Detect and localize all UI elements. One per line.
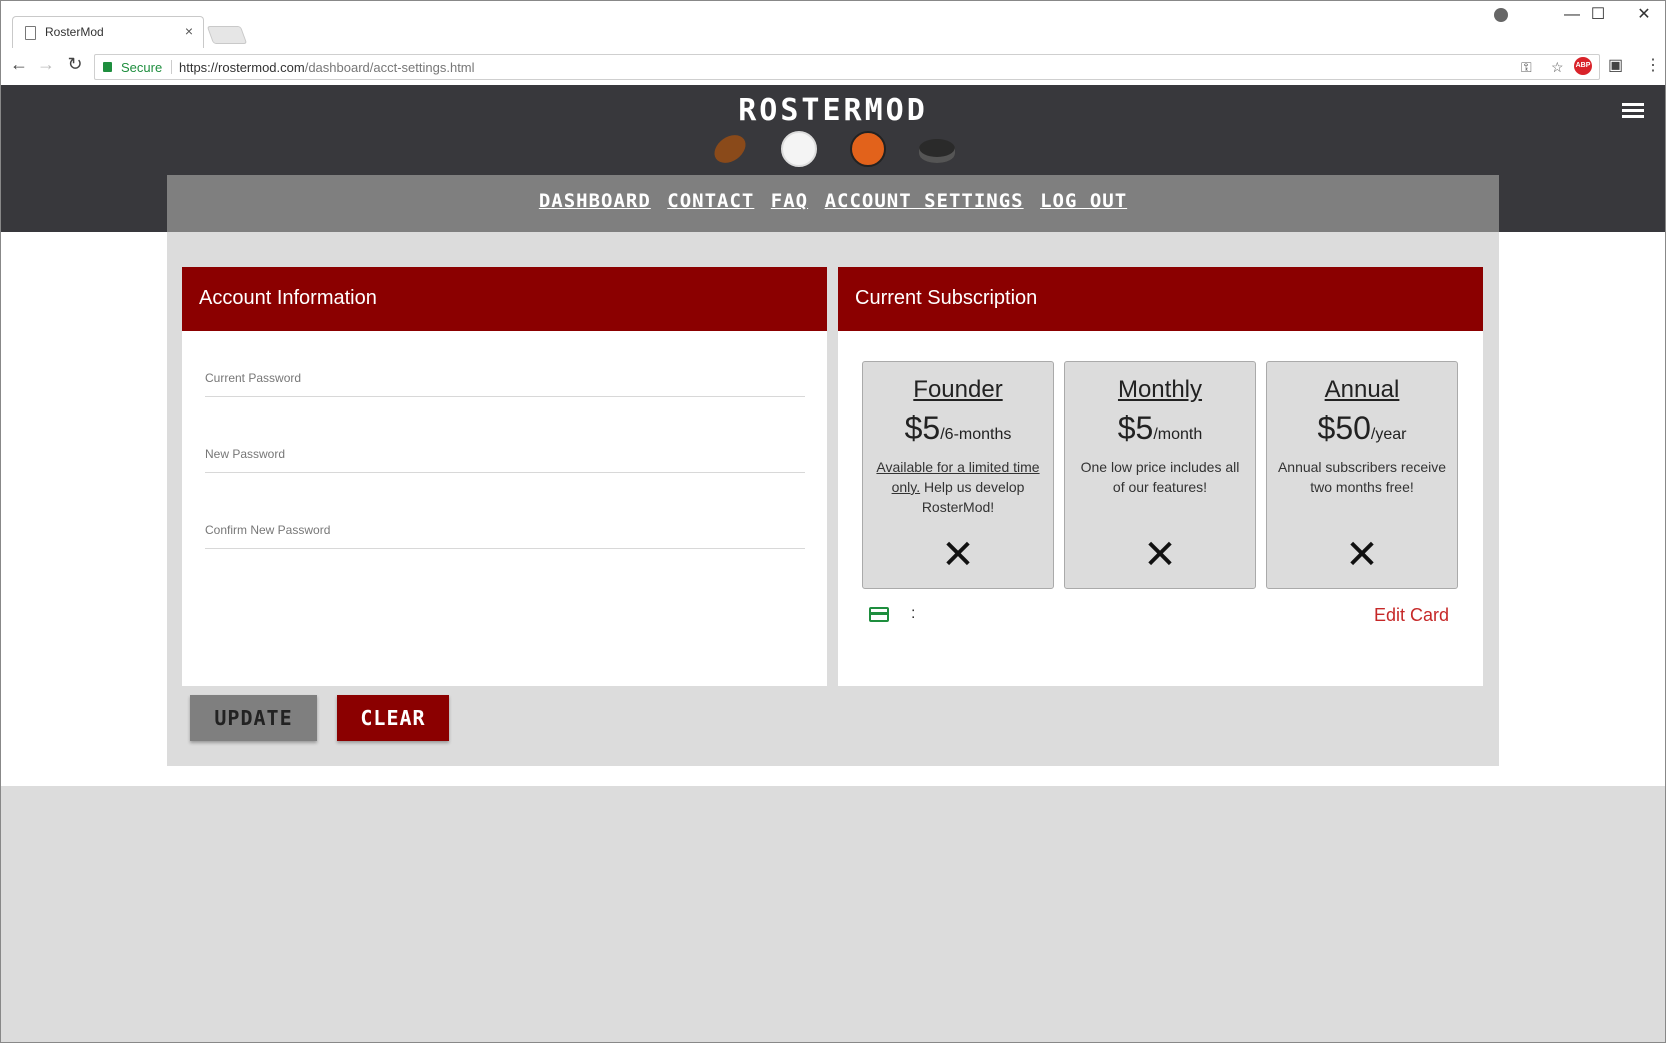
plan-price: $50/year	[1267, 410, 1457, 447]
account-information-panel: Account Information Current Password New…	[182, 267, 827, 686]
nav-faq[interactable]: FAQ	[771, 190, 808, 212]
sport-icons	[709, 129, 963, 171]
plan-price: $5/6-months	[863, 410, 1053, 447]
address-bar-row: ← → ↻ Secure https://rostermod.com/dashb…	[0, 48, 1666, 85]
close-window-icon[interactable]: ✕	[1624, 4, 1664, 26]
profile-icon[interactable]	[1494, 8, 1508, 22]
back-icon[interactable]: ←	[7, 54, 31, 75]
browser-chrome: RosterMod × — ☐ ✕ ← → ↻ Secure https://r…	[0, 0, 1666, 85]
update-button[interactable]: UPDATE	[190, 695, 317, 741]
not-subscribed-icon: ✕	[941, 533, 975, 577]
plan-name: Founder	[913, 376, 1003, 403]
credit-card-icon	[869, 607, 889, 622]
url-text[interactable]: https://rostermod.com/dashboard/acct-set…	[179, 60, 475, 75]
edit-card-link[interactable]: Edit Card	[1374, 605, 1449, 626]
nav-contact[interactable]: CONTACT	[667, 190, 754, 212]
menu-dots-icon[interactable]: ⋮	[1645, 55, 1661, 75]
current-password-label: Current Password	[205, 371, 302, 385]
plan-price-amount: $5	[904, 410, 941, 446]
tab-title: RosterMod	[45, 25, 104, 39]
subscription-panel-title: Current Subscription	[838, 267, 1483, 331]
plan-name: Annual	[1324, 376, 1400, 403]
plan-list: Founder $5/6-months Available for a limi…	[862, 361, 1459, 589]
payment-card-row: : Edit Card	[869, 605, 1449, 629]
site-logo[interactable]: ROSTERMOD	[0, 93, 1666, 128]
plan-price-amount: $5	[1117, 410, 1154, 446]
football-icon	[709, 129, 751, 169]
plan-price: $5/month	[1065, 410, 1255, 447]
not-subscribed-icon: ✕	[1143, 533, 1177, 577]
confirm-password-field[interactable]: Confirm New Password	[205, 521, 805, 549]
reload-icon[interactable]: ↻	[63, 54, 87, 75]
main-nav: DASHBOARD CONTACT FAQ ACCOUNT SETTINGS L…	[167, 175, 1499, 232]
new-tab-button[interactable]	[206, 26, 248, 44]
lock-icon	[103, 62, 112, 72]
plan-name: Monthly	[1117, 376, 1203, 403]
page-icon	[25, 26, 36, 40]
plan-card-annual[interactable]: Annual $50/year Annual subscribers recei…	[1266, 361, 1458, 589]
plan-description-text: Help us develop RosterMod!	[920, 479, 1025, 515]
browser-tab[interactable]: RosterMod ×	[12, 16, 204, 48]
clear-button[interactable]: CLEAR	[337, 695, 449, 741]
plan-price-amount: $50	[1317, 410, 1371, 446]
url-domain: https://rostermod.com	[179, 60, 305, 75]
nav-log-out[interactable]: LOG OUT	[1040, 190, 1127, 212]
cast-icon[interactable]: ▣	[1608, 55, 1623, 75]
site-header: ROSTERMOD DASHBOARD CONTACT FAQ ACCOUNT …	[0, 85, 1666, 232]
hockey-puck-icon	[919, 139, 955, 163]
close-tab-icon[interactable]: ×	[185, 23, 193, 39]
plan-description: Available for a limited time only. Help …	[871, 457, 1045, 517]
secure-label: Secure	[121, 60, 163, 75]
divider	[171, 60, 172, 74]
card-info: :	[911, 605, 916, 622]
current-subscription-panel: Current Subscription Founder $5/6-months…	[838, 267, 1483, 686]
nav-dashboard[interactable]: DASHBOARD	[539, 190, 651, 212]
plan-card-monthly[interactable]: Monthly $5/month One low price includes …	[1064, 361, 1256, 589]
plan-description: One low price includes all of our featur…	[1080, 459, 1240, 495]
not-subscribed-icon: ✕	[1345, 533, 1379, 577]
settings-container: Account Information Current Password New…	[167, 232, 1499, 766]
tab-bar: RosterMod × — ☐ ✕	[0, 0, 1666, 48]
plan-period: /month	[1153, 426, 1203, 443]
hamburger-menu-icon[interactable]	[1622, 103, 1644, 121]
star-icon[interactable]: ☆	[1551, 59, 1564, 76]
key-icon[interactable]: ⚿	[1521, 59, 1532, 76]
plan-description: Annual subscribers receive two months fr…	[1277, 459, 1447, 495]
page-footer-background	[0, 786, 1666, 1043]
plan-card-founder[interactable]: Founder $5/6-months Available for a limi…	[862, 361, 1054, 589]
address-bar[interactable]: Secure https://rostermod.com/dashboard/a…	[94, 54, 1600, 80]
plan-period: /6-months	[940, 426, 1012, 443]
new-password-label: New Password	[205, 447, 286, 461]
forward-icon[interactable]: →	[34, 54, 58, 75]
confirm-password-label: Confirm New Password	[205, 523, 331, 537]
url-path: /dashboard/acct-settings.html	[304, 60, 475, 75]
abp-icon[interactable]: ABP	[1574, 57, 1592, 75]
account-panel-title: Account Information	[182, 267, 827, 331]
baseball-icon	[781, 131, 817, 167]
current-password-field[interactable]: Current Password	[205, 369, 805, 397]
new-password-field[interactable]: New Password	[205, 445, 805, 473]
maximize-icon[interactable]: ☐	[1578, 4, 1618, 26]
nav-account-settings[interactable]: ACCOUNT SETTINGS	[825, 190, 1024, 212]
plan-period: /year	[1370, 426, 1407, 443]
basketball-icon	[850, 131, 886, 167]
